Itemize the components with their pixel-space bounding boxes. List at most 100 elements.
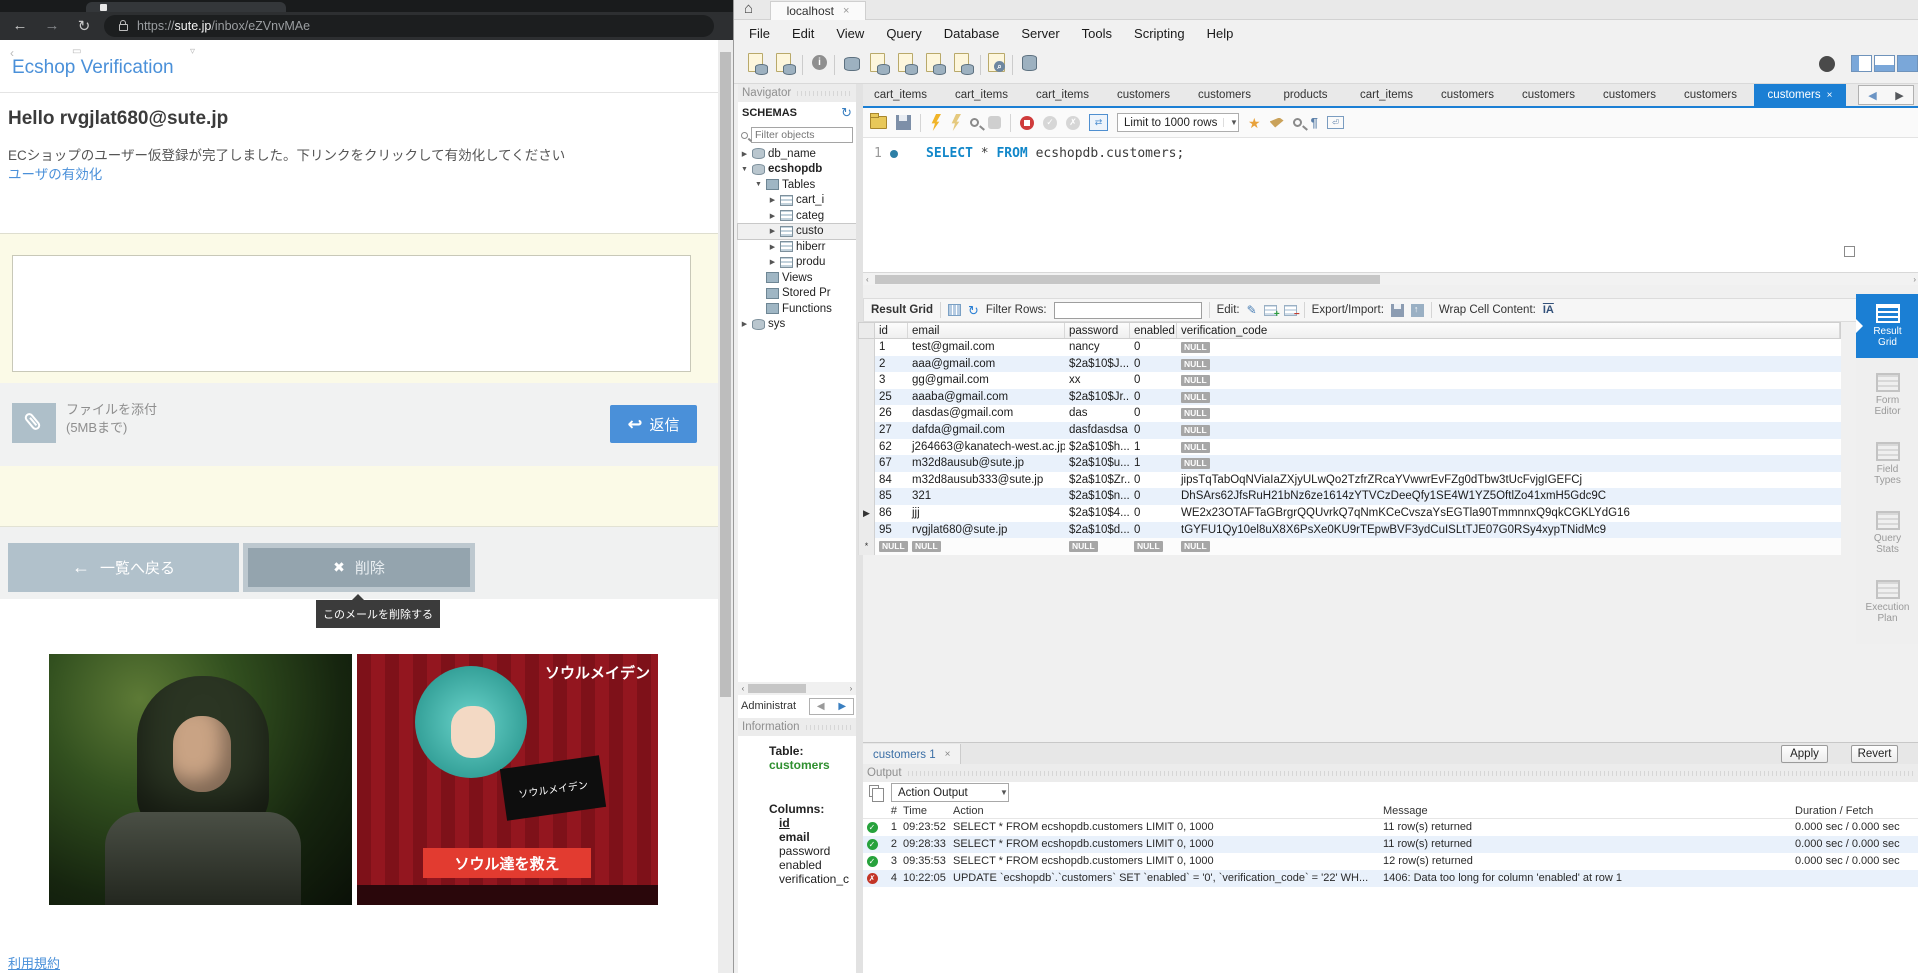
output-row[interactable]: ✗ 4 10:22:05 UPDATE `ecshopdb`.`customer… — [863, 870, 1918, 887]
autocommit-icon[interactable]: ⇄ — [1089, 114, 1108, 131]
row-limit-dropdown[interactable]: Limit to 1000 rows ▼ — [1117, 113, 1239, 132]
reply-textarea[interactable] — [12, 255, 691, 372]
table-row[interactable]: 1 test@gmail.com nancy 0 NULL — [859, 339, 1841, 356]
grid-column-header[interactable]: enabled — [1130, 323, 1177, 338]
scrollbar-thumb[interactable] — [720, 52, 731, 697]
menu-item[interactable]: Help — [1196, 26, 1245, 41]
menu-item[interactable]: Query — [875, 26, 932, 41]
find-icon[interactable] — [1292, 118, 1302, 127]
table-row[interactable]: 67 m32d8ausub@sute.jp $2a$10$u... 1 NULL — [859, 455, 1841, 472]
output-row[interactable]: ✓ 1 09:23:52 SELECT * FROM ecshopdb.cust… — [863, 819, 1918, 836]
table-row[interactable]: 85 321 $2a$10$n.... 0 DhSArs62JfsRuH21bN… — [859, 488, 1841, 505]
stop-on-error-icon[interactable] — [1020, 115, 1034, 130]
new-sql-tab-icon[interactable] — [746, 53, 770, 77]
add-row-icon[interactable] — [1263, 304, 1280, 320]
table-row[interactable]: 3 gg@gmail.com xx 0 NULL — [859, 372, 1841, 389]
table-row[interactable]: 95 rvgjlat680@sute.jp $2a$10$d... 0 tGYF… — [859, 521, 1841, 539]
query-tab[interactable]: customers — [1430, 84, 1511, 106]
table-row[interactable]: 84 m32d8ausub333@sute.jp $2a$10$Zr... 0 … — [859, 471, 1841, 489]
delete-mail-button[interactable]: ✖ 削除 — [243, 543, 475, 592]
url-field[interactable]: https://sute.jp/inbox/eZVnvMAe — [104, 15, 714, 37]
grid-column-header[interactable]: verification_code — [1177, 323, 1840, 338]
close-icon[interactable]: × — [945, 749, 951, 760]
schema-tree-item[interactable]: Functions — [738, 301, 856, 317]
menu-item[interactable]: Database — [933, 26, 1011, 41]
cleanup-icon[interactable] — [1269, 117, 1284, 128]
schema-tree-item[interactable]: ▶ cart_i — [738, 193, 856, 209]
copy-icon[interactable] — [869, 785, 884, 802]
sidebar-panel-button[interactable]: Field Types — [1856, 432, 1918, 496]
table-row[interactable]: 27 dafda@gmail.com dasfdasdsa 0 NULL — [859, 421, 1841, 439]
refresh-icon[interactable]: ↻ — [841, 105, 852, 121]
connection-tab[interactable]: localhost × — [770, 1, 866, 20]
save-script-icon[interactable] — [896, 115, 911, 130]
filter-objects-input[interactable] — [751, 127, 853, 143]
ad-image-soul-maiden[interactable]: ソウルメイデン ソウルメイデン ソウル達を救え — [357, 654, 658, 905]
execute-icon[interactable] — [931, 114, 941, 131]
navigator-hscrollbar[interactable]: ‹ › — [738, 682, 856, 695]
grid-column-header[interactable]: id — [875, 323, 908, 338]
query-tab[interactable]: cart_items — [944, 84, 1025, 106]
wrap-cell-icon[interactable]: IA — [1543, 304, 1554, 316]
next-tab-icon[interactable]: ▶ — [1895, 89, 1903, 102]
query-tab[interactable]: customers — [1106, 84, 1187, 106]
query-tab[interactable]: customers × — [1754, 84, 1846, 106]
query-tab[interactable]: customers — [1187, 84, 1268, 106]
search-data-icon[interactable]: ⌕ — [986, 53, 1010, 77]
next-panel-icon[interactable]: ▶ — [838, 701, 846, 712]
sidebar-panel-button[interactable]: Query Stats — [1856, 501, 1918, 565]
schema-tree-item[interactable]: ▶ sys — [738, 317, 856, 333]
ad-cta-button[interactable]: ソウル達を救え — [423, 848, 591, 878]
reload-icon[interactable]: ↻ — [72, 17, 96, 35]
toggle-right-panel-icon[interactable] — [1897, 55, 1918, 72]
import-icon[interactable] — [1410, 303, 1424, 317]
browser-tab[interactable] — [86, 2, 286, 12]
menu-item[interactable]: Tools — [1071, 26, 1123, 41]
invisible-chars-icon[interactable]: ¶ — [1311, 116, 1318, 129]
explain-icon[interactable] — [970, 118, 979, 127]
table-row[interactable]: * NULL NULL NULL NULL NULL — [859, 538, 1841, 555]
query-tab[interactable]: customers — [1511, 84, 1592, 106]
toggle-left-panel-icon[interactable] — [1851, 55, 1872, 72]
query-tab[interactable]: cart_items — [1025, 84, 1106, 106]
sidebar-panel-button[interactable]: Result Grid — [1856, 294, 1918, 358]
back-to-list-button[interactable]: ← 一覧へ戻る — [8, 543, 239, 592]
result-set-tab[interactable]: customers 1 × — [863, 744, 962, 765]
rollback-icon[interactable]: ✗ — [1066, 115, 1080, 130]
prev-tab-icon[interactable]: ◀ — [1868, 89, 1876, 102]
query-tab[interactable]: cart_items — [1349, 84, 1430, 106]
menu-item[interactable]: Edit — [781, 26, 825, 41]
back-icon[interactable]: ← — [8, 17, 32, 34]
create-view-icon[interactable] — [896, 53, 920, 77]
activation-link[interactable]: ユーザの有効化 — [8, 163, 102, 183]
schema-tree-item[interactable]: ▼ Tables — [738, 177, 856, 193]
table-row[interactable]: 62 j264663@kanatech-west.ac.jp $2a$10$h.… — [859, 438, 1841, 456]
schema-tree-item[interactable]: Stored Pr — [738, 286, 856, 302]
sidebar-panel-button[interactable]: Execution Plan — [1856, 570, 1918, 634]
output-type-dropdown[interactable]: Action Output ▼ — [891, 783, 1009, 802]
forward-icon[interactable]: → — [40, 17, 64, 34]
create-table-icon[interactable] — [868, 53, 892, 77]
scrollbar-thumb[interactable] — [875, 275, 1380, 284]
refresh-icon[interactable]: ↻ — [968, 304, 979, 317]
create-schema-icon[interactable] — [840, 53, 864, 77]
schema-tree-item[interactable]: ▶ categ — [738, 208, 856, 224]
create-procedure-icon[interactable] — [924, 53, 948, 77]
attach-file-button[interactable] — [12, 403, 56, 443]
grid-column-header[interactable]: password — [1065, 323, 1130, 338]
inspector-icon[interactable]: i — [808, 53, 832, 77]
menu-item[interactable]: View — [825, 26, 875, 41]
table-row[interactable]: 2 aaa@gmail.com $2a$10$J... 0 NULL — [859, 355, 1841, 373]
delete-row-icon[interactable] — [1283, 304, 1300, 320]
grid-column-header[interactable]: email — [908, 323, 1065, 338]
schema-tree-item[interactable]: Views — [738, 270, 856, 286]
query-tab[interactable]: products — [1268, 84, 1349, 106]
output-row[interactable]: ✓ 2 09:28:33 SELECT * FROM ecshopdb.cust… — [863, 836, 1918, 853]
edit-pencil-icon[interactable]: ✎ — [1247, 304, 1257, 316]
schema-tree-item[interactable]: ▶ db_name — [738, 146, 856, 162]
apply-button[interactable]: Apply — [1781, 745, 1828, 763]
ad-image-forest-woman[interactable] — [49, 654, 352, 905]
table-row[interactable]: 25 aaaba@gmail.com $2a$10$Jr... 0 NULL — [859, 388, 1841, 406]
close-icon[interactable]: × — [843, 5, 849, 17]
home-icon[interactable]: ⌂ — [744, 0, 753, 17]
